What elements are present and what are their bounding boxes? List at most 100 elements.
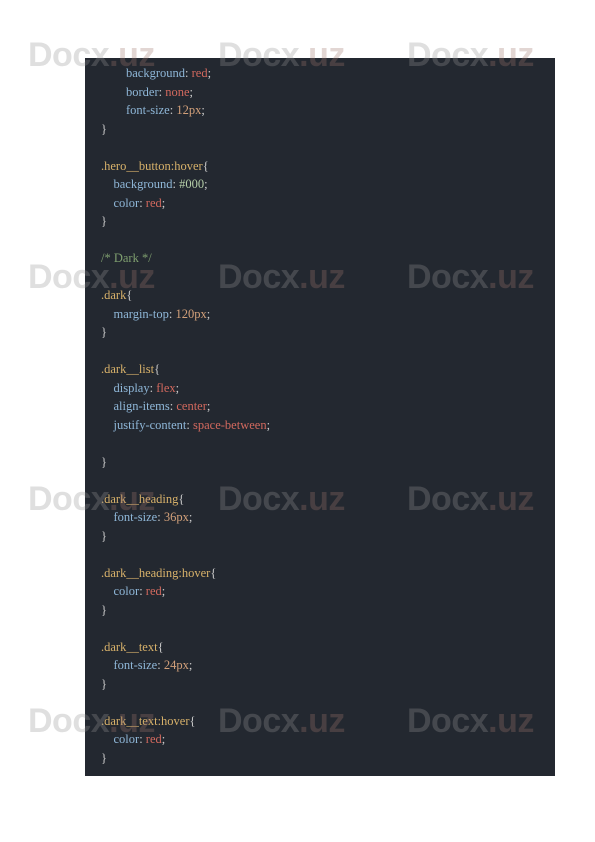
code-token: .dark__list xyxy=(101,362,154,376)
code-line: color: red; xyxy=(101,194,539,213)
code-token: /* Dark */ xyxy=(101,251,152,265)
code-token: { xyxy=(154,362,160,376)
code-token: : xyxy=(157,510,164,524)
code-token: { xyxy=(126,288,132,302)
code-token: center xyxy=(176,399,207,413)
code-token: ; xyxy=(190,85,193,99)
code-line: } xyxy=(101,323,539,342)
code-token: color xyxy=(114,196,140,210)
code-token: ; xyxy=(204,177,207,191)
code-token: #000 xyxy=(179,177,204,191)
code-token: ; xyxy=(267,418,270,432)
code-token: { xyxy=(190,714,196,728)
code-token: flex xyxy=(156,381,175,395)
code-blank-line xyxy=(101,693,539,712)
code-token: ; xyxy=(189,510,192,524)
code-token: none xyxy=(165,85,189,99)
code-token: display xyxy=(114,381,150,395)
code-token: margin-top xyxy=(114,307,169,321)
code-line: .dark__heading:hover{ xyxy=(101,564,539,583)
code-line: /* Dark */ xyxy=(101,249,539,268)
code-token: ; xyxy=(189,658,192,672)
code-token: : xyxy=(185,66,192,80)
code-token: } xyxy=(101,603,107,617)
code-line: } xyxy=(101,749,539,768)
code-line: .dark{ xyxy=(101,286,539,305)
code-token: : xyxy=(139,732,146,746)
code-token: { xyxy=(158,640,164,654)
code-token: justify-content xyxy=(114,418,187,432)
code-token: color xyxy=(114,732,140,746)
code-line: font-size: 12px; xyxy=(101,101,539,120)
code-line: .hero__button:hover{ xyxy=(101,157,539,176)
code-token: .dark__text:hover xyxy=(101,714,190,728)
code-token: 120px xyxy=(175,307,206,321)
code-token: font-size xyxy=(114,658,158,672)
code-token: ; xyxy=(162,584,165,598)
code-blank-line xyxy=(101,231,539,250)
code-token: { xyxy=(178,492,184,506)
code-line: display: flex; xyxy=(101,379,539,398)
code-token: } xyxy=(101,122,107,136)
code-token: ; xyxy=(207,307,210,321)
code-line: .dark__heading{ xyxy=(101,490,539,509)
code-line: } xyxy=(101,527,539,546)
code-token: ; xyxy=(176,381,179,395)
code-token: 12px xyxy=(176,103,201,117)
code-blank-line xyxy=(101,342,539,361)
code-line: margin-top: 120px; xyxy=(101,305,539,324)
code-token: ; xyxy=(162,196,165,210)
code-line: align-items: center; xyxy=(101,397,539,416)
code-token: : xyxy=(139,584,146,598)
code-line: .dark__list{ xyxy=(101,360,539,379)
code-token: { xyxy=(203,159,209,173)
code-token: color xyxy=(114,584,140,598)
code-blank-line xyxy=(101,545,539,564)
code-token: } xyxy=(101,751,107,765)
code-token: .hero__button:hover xyxy=(101,159,203,173)
code-token: ; xyxy=(207,399,210,413)
code-token: : xyxy=(139,196,146,210)
code-blank-line xyxy=(101,619,539,638)
code-token: red xyxy=(146,732,162,746)
code-line: } xyxy=(101,212,539,231)
code-token: space-between xyxy=(193,418,267,432)
code-token: ; xyxy=(208,66,211,80)
code-line: } xyxy=(101,453,539,472)
code-line: color: red; xyxy=(101,730,539,749)
code-blank-line xyxy=(101,138,539,157)
code-token: ; xyxy=(201,103,204,117)
code-token: .dark xyxy=(101,288,126,302)
code-line: } xyxy=(101,601,539,620)
code-token: red xyxy=(146,196,162,210)
code-token: } xyxy=(101,325,107,339)
code-line: } xyxy=(101,675,539,694)
code-token: font-size xyxy=(126,103,170,117)
code-line: .dark__text:hover{ xyxy=(101,712,539,731)
code-line: justify-content: space-between; xyxy=(101,416,539,435)
code-line: background: red; xyxy=(101,64,539,83)
code-line: } xyxy=(101,120,539,139)
code-token: background xyxy=(126,66,185,80)
code-token: red xyxy=(192,66,208,80)
code-token: } xyxy=(101,214,107,228)
code-token: 24px xyxy=(164,658,189,672)
code-blank-line xyxy=(101,471,539,490)
code-block: background: red; border: none; font-size… xyxy=(85,58,555,776)
code-token: align-items xyxy=(114,399,170,413)
code-token: } xyxy=(101,529,107,543)
code-line: .dark__text{ xyxy=(101,638,539,657)
code-token: background xyxy=(114,177,173,191)
code-line: font-size: 36px; xyxy=(101,508,539,527)
code-line: font-size: 24px; xyxy=(101,656,539,675)
code-token: { xyxy=(210,566,216,580)
code-blank-line xyxy=(101,268,539,287)
code-token: : xyxy=(157,658,164,672)
code-token: red xyxy=(146,584,162,598)
code-token: .dark__heading xyxy=(101,492,178,506)
code-token: 36px xyxy=(164,510,189,524)
code-token: ; xyxy=(162,732,165,746)
code-token: font-size xyxy=(114,510,158,524)
code-line: border: none; xyxy=(101,83,539,102)
code-line: background: #000; xyxy=(101,175,539,194)
